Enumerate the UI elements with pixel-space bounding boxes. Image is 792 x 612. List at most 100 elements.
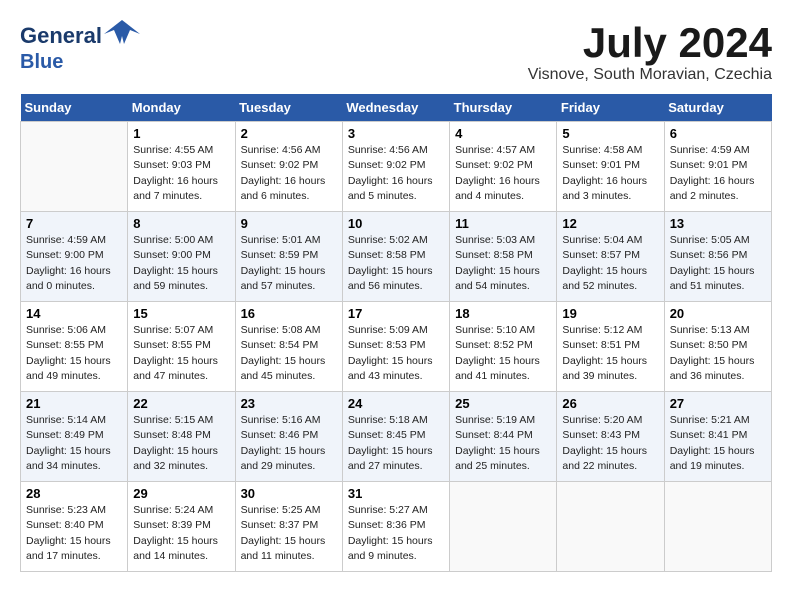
day-info: Sunrise: 5:05 AMSunset: 8:56 PMDaylight:…	[670, 233, 766, 294]
day-info: Sunrise: 5:12 AMSunset: 8:51 PMDaylight:…	[562, 323, 658, 384]
day-number: 31	[348, 486, 444, 501]
day-number: 19	[562, 306, 658, 321]
day-number: 2	[241, 126, 337, 141]
day-number: 18	[455, 306, 551, 321]
day-info: Sunrise: 4:57 AMSunset: 9:02 PMDaylight:…	[455, 143, 551, 204]
day-number: 12	[562, 216, 658, 231]
calendar-cell: 9 Sunrise: 5:01 AMSunset: 8:59 PMDaylight…	[235, 212, 342, 302]
calendar-cell: 11 Sunrise: 5:03 AMSunset: 8:58 PMDayligh…	[450, 212, 557, 302]
day-info: Sunrise: 5:25 AMSunset: 8:37 PMDaylight:…	[241, 503, 337, 564]
day-number: 21	[26, 396, 122, 411]
week-row-5: 28 Sunrise: 5:23 AMSunset: 8:40 PMDayligh…	[21, 482, 772, 572]
calendar-cell: 17Sunrise: 5:09 AMSunset: 8:53 PMDayligh…	[342, 302, 449, 392]
day-number: 13	[670, 216, 766, 231]
calendar-cell: 13 Sunrise: 5:05 AMSunset: 8:56 PMDayligh…	[664, 212, 771, 302]
calendar-cell: 30 Sunrise: 5:25 AMSunset: 8:37 PMDayligh…	[235, 482, 342, 572]
weekday-monday: Monday	[128, 94, 235, 122]
logo-bird-icon	[104, 16, 140, 52]
calendar-cell: 19 Sunrise: 5:12 AMSunset: 8:51 PMDayligh…	[557, 302, 664, 392]
weekday-header-row: SundayMondayTuesdayWednesdayThursdayFrid…	[21, 94, 772, 122]
day-number: 5	[562, 126, 658, 141]
logo: General Blue	[20, 20, 140, 72]
calendar-cell: 22Sunrise: 5:15 AMSunset: 8:48 PMDayligh…	[128, 392, 235, 482]
day-info: Sunrise: 5:10 AMSunset: 8:52 PMDaylight:…	[455, 323, 551, 384]
day-number: 30	[241, 486, 337, 501]
day-info: Sunrise: 5:23 AMSunset: 8:40 PMDaylight:…	[26, 503, 122, 564]
day-number: 7	[26, 216, 122, 231]
day-number: 10	[348, 216, 444, 231]
day-info: Sunrise: 5:24 AMSunset: 8:39 PMDaylight:…	[133, 503, 229, 564]
logo-blue: Blue	[20, 52, 140, 72]
day-info: Sunrise: 5:27 AMSunset: 8:36 PMDaylight:…	[348, 503, 444, 564]
calendar-cell: 7 Sunrise: 4:59 AMSunset: 9:00 PMDaylight…	[21, 212, 128, 302]
calendar-cell: 21 Sunrise: 5:14 AMSunset: 8:49 PMDayligh…	[21, 392, 128, 482]
day-info: Sunrise: 5:00 AMSunset: 9:00 PMDaylight:…	[133, 233, 229, 294]
week-row-2: 7 Sunrise: 4:59 AMSunset: 9:00 PMDaylight…	[21, 212, 772, 302]
calendar-cell	[450, 482, 557, 572]
day-info: Sunrise: 5:21 AMSunset: 8:41 PMDaylight:…	[670, 413, 766, 474]
calendar-cell: 10 Sunrise: 5:02 AMSunset: 8:58 PMDayligh…	[342, 212, 449, 302]
month-title: July 2024	[528, 20, 772, 66]
calendar-cell	[557, 482, 664, 572]
day-info: Sunrise: 4:59 AMSunset: 9:01 PMDaylight:…	[670, 143, 766, 204]
day-number: 20	[670, 306, 766, 321]
day-number: 6	[670, 126, 766, 141]
day-number: 22	[133, 396, 229, 411]
calendar-cell: 25Sunrise: 5:19 AMSunset: 8:44 PMDayligh…	[450, 392, 557, 482]
day-number: 16	[241, 306, 337, 321]
calendar-cell: 31 Sunrise: 5:27 AMSunset: 8:36 PMDayligh…	[342, 482, 449, 572]
calendar-cell: 29 Sunrise: 5:24 AMSunset: 8:39 PMDayligh…	[128, 482, 235, 572]
day-number: 25	[455, 396, 551, 411]
logo-general: General	[20, 25, 102, 47]
day-number: 8	[133, 216, 229, 231]
day-info: Sunrise: 5:14 AMSunset: 8:49 PMDaylight:…	[26, 413, 122, 474]
location: Visnove, South Moravian, Czechia	[528, 66, 772, 84]
day-number: 24	[348, 396, 444, 411]
calendar-cell: 5 Sunrise: 4:58 AMSunset: 9:01 PMDaylight…	[557, 122, 664, 212]
page-header: General Blue July 2024 Visnove, South Mo…	[20, 20, 772, 84]
day-info: Sunrise: 4:58 AMSunset: 9:01 PMDaylight:…	[562, 143, 658, 204]
calendar-cell: 18 Sunrise: 5:10 AMSunset: 8:52 PMDayligh…	[450, 302, 557, 392]
day-number: 14	[26, 306, 122, 321]
calendar-cell: 3Sunrise: 4:56 AMSunset: 9:02 PMDaylight…	[342, 122, 449, 212]
weekday-sunday: Sunday	[21, 94, 128, 122]
day-info: Sunrise: 5:13 AMSunset: 8:50 PMDaylight:…	[670, 323, 766, 384]
calendar-cell: 12 Sunrise: 5:04 AMSunset: 8:57 PMDayligh…	[557, 212, 664, 302]
day-number: 27	[670, 396, 766, 411]
day-info: Sunrise: 5:01 AMSunset: 8:59 PMDaylight:…	[241, 233, 337, 294]
day-info: Sunrise: 5:18 AMSunset: 8:45 PMDaylight:…	[348, 413, 444, 474]
title-block: July 2024 Visnove, South Moravian, Czech…	[528, 20, 772, 84]
day-number: 29	[133, 486, 229, 501]
calendar-cell: 1Sunrise: 4:55 AMSunset: 9:03 PMDaylight…	[128, 122, 235, 212]
day-number: 4	[455, 126, 551, 141]
weekday-tuesday: Tuesday	[235, 94, 342, 122]
day-info: Sunrise: 4:55 AMSunset: 9:03 PMDaylight:…	[133, 143, 229, 204]
day-number: 3	[348, 126, 444, 141]
day-number: 9	[241, 216, 337, 231]
day-number: 28	[26, 486, 122, 501]
calendar-cell: 28 Sunrise: 5:23 AMSunset: 8:40 PMDayligh…	[21, 482, 128, 572]
weekday-wednesday: Wednesday	[342, 94, 449, 122]
day-number: 17	[348, 306, 444, 321]
weekday-saturday: Saturday	[664, 94, 771, 122]
weekday-friday: Friday	[557, 94, 664, 122]
calendar-cell: 26Sunrise: 5:20 AMSunset: 8:43 PMDayligh…	[557, 392, 664, 482]
calendar-cell: 2 Sunrise: 4:56 AMSunset: 9:02 PMDaylight…	[235, 122, 342, 212]
calendar-cell: 20 Sunrise: 5:13 AMSunset: 8:50 PMDayligh…	[664, 302, 771, 392]
day-info: Sunrise: 4:59 AMSunset: 9:00 PMDaylight:…	[26, 233, 122, 294]
day-info: Sunrise: 5:04 AMSunset: 8:57 PMDaylight:…	[562, 233, 658, 294]
calendar-cell: 23Sunrise: 5:16 AMSunset: 8:46 PMDayligh…	[235, 392, 342, 482]
day-info: Sunrise: 4:56 AMSunset: 9:02 PMDaylight:…	[241, 143, 337, 204]
calendar-cell	[664, 482, 771, 572]
calendar-table: SundayMondayTuesdayWednesdayThursdayFrid…	[20, 94, 772, 572]
calendar-cell	[21, 122, 128, 212]
calendar-cell: 14Sunrise: 5:06 AMSunset: 8:55 PMDayligh…	[21, 302, 128, 392]
calendar-cell: 8 Sunrise: 5:00 AMSunset: 9:00 PMDaylight…	[128, 212, 235, 302]
day-number: 11	[455, 216, 551, 231]
day-info: Sunrise: 5:02 AMSunset: 8:58 PMDaylight:…	[348, 233, 444, 294]
day-info: Sunrise: 5:03 AMSunset: 8:58 PMDaylight:…	[455, 233, 551, 294]
weekday-thursday: Thursday	[450, 94, 557, 122]
calendar-cell: 24 Sunrise: 5:18 AMSunset: 8:45 PMDayligh…	[342, 392, 449, 482]
week-row-1: 1Sunrise: 4:55 AMSunset: 9:03 PMDaylight…	[21, 122, 772, 212]
calendar-cell: 16Sunrise: 5:08 AMSunset: 8:54 PMDayligh…	[235, 302, 342, 392]
